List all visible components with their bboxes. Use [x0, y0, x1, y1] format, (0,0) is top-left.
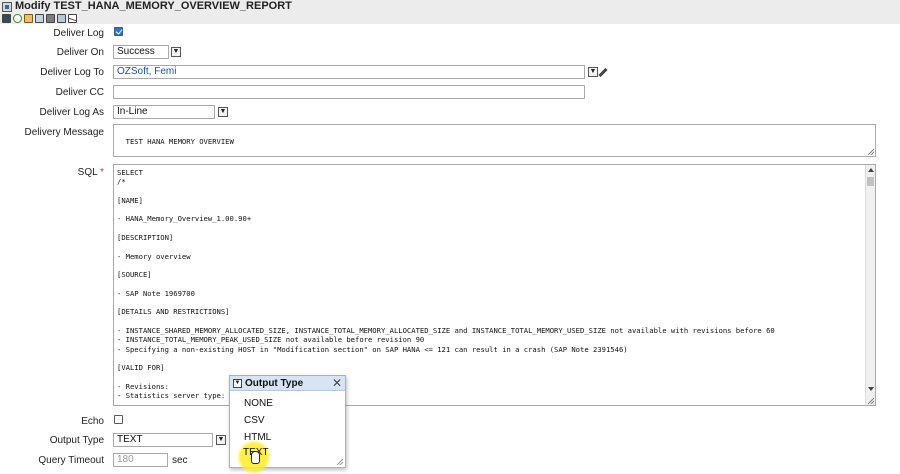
delivery-message-textarea[interactable]: TEST HANA MEMORY OVERVIEW	[113, 124, 876, 157]
popup-resize-icon[interactable]	[337, 459, 343, 465]
sql-line: - Specifying a non-existing HOST in "Mod…	[117, 344, 628, 354]
deliver-cc-label: Deliver CC	[55, 87, 104, 98]
deliver-log-as-dropdown-icon[interactable]: ▼	[218, 107, 228, 117]
sql-line	[117, 261, 775, 270]
popup-title: Output Type	[245, 378, 304, 389]
deliver-on-label: Deliver On	[56, 47, 104, 58]
pencil-icon[interactable]	[598, 67, 608, 78]
toolbar	[2, 14, 77, 24]
sql-line: [DESCRIPTION]	[117, 233, 174, 243]
duplicate-icon[interactable]	[57, 14, 66, 23]
deliver-log-as-select[interactable]: In-Line	[113, 105, 215, 119]
window-title: Modify TEST_HANA_MEMORY_OVERVIEW_REPORT	[15, 0, 292, 12]
deliver-log-to-label: Deliver Log To	[40, 67, 104, 78]
paste-icon[interactable]	[35, 14, 44, 23]
deliver-log-to-input[interactable]: OZSoft, Femi	[113, 65, 585, 79]
save-icon[interactable]	[2, 14, 11, 23]
query-timeout-label: Query Timeout	[38, 455, 104, 466]
sql-line: [NAME]	[117, 195, 143, 205]
deliver-log-as-label: Deliver Log As	[39, 107, 104, 118]
sql-line: - Statistics server type: a	[117, 391, 234, 401]
delivery-message-label: Delivery Message	[24, 127, 104, 138]
sql-line: - HANA_Memory_Overview_1.00.90+	[117, 214, 252, 224]
sql-line: [SOURCE]	[117, 270, 152, 280]
sql-textarea[interactable]: SELECT/* [NAME] - HANA_Memory_Overview_1…	[113, 164, 876, 406]
resize-handle-icon[interactable]	[868, 398, 874, 404]
sql-line: /*	[117, 177, 126, 187]
sql-line	[117, 317, 775, 326]
sql-line: [VALID FOR]	[117, 363, 165, 373]
required-marker: *	[100, 167, 104, 178]
deliver-on-dropdown-icon[interactable]: ▼	[171, 47, 181, 57]
option-none[interactable]: NONE	[244, 398, 273, 409]
delivery-message-text: TEST HANA MEMORY OVERVIEW	[125, 137, 234, 146]
scroll-down-icon[interactable]	[868, 387, 874, 391]
popup-dropdown-icon[interactable]: ▼	[233, 379, 242, 388]
output-type-label: Output Type	[49, 435, 104, 446]
sql-line: - Memory overview	[117, 251, 191, 261]
sql-line	[117, 224, 775, 233]
sql-line: - INSTANCE_TOTAL_MEMORY_PEAK_USED_SIZE n…	[117, 335, 425, 345]
sql-line: SELECT	[117, 168, 143, 177]
sql-line	[117, 242, 775, 251]
echo-label: Echo	[81, 416, 104, 427]
window-titlebar: Modify TEST_HANA_MEMORY_OVERVIEW_REPORT	[0, 0, 900, 24]
echo-checkbox[interactable]	[114, 415, 123, 424]
resize-handle-icon[interactable]	[868, 149, 874, 155]
sql-line: - INSTANCE_SHARED_MEMORY_ALLOCATED_SIZE,…	[117, 326, 775, 336]
delete-icon[interactable]	[46, 14, 55, 23]
deliver-cc-input[interactable]	[113, 85, 585, 99]
deliver-on-select[interactable]: Success	[113, 45, 169, 59]
sql-line: [DETAILS AND RESTRICTIONS]	[117, 307, 230, 317]
close-icon[interactable]: ✕	[332, 376, 342, 390]
email-icon[interactable]	[68, 14, 77, 23]
sql-scrollbar[interactable]	[865, 165, 875, 405]
sql-line	[117, 373, 775, 382]
sql-line	[117, 354, 775, 363]
sql-line	[117, 298, 775, 307]
sql-line: - SAP Note 1969700	[117, 288, 195, 298]
sql-line	[117, 280, 775, 289]
sql-label: SQL *	[77, 167, 104, 178]
output-type-dropdown-icon[interactable]: ▼	[216, 435, 226, 445]
sql-line	[117, 205, 775, 214]
refresh-icon[interactable]	[13, 14, 22, 23]
scroll-thumb[interactable]	[867, 177, 874, 186]
window-icon	[2, 2, 12, 12]
output-type-select[interactable]: TEXT	[113, 433, 213, 447]
hand-cursor-icon	[251, 451, 260, 464]
sql-line	[117, 187, 775, 196]
sql-line: - Revisions:	[117, 381, 169, 391]
option-csv[interactable]: CSV	[244, 415, 265, 426]
deliver-log-to-dropdown-icon[interactable]: ▼	[588, 67, 598, 77]
query-timeout-unit: sec	[172, 455, 188, 466]
deliver-log-label: Deliver Log	[53, 28, 104, 39]
query-timeout-input[interactable]: 180	[113, 453, 168, 467]
popup-header: ▼ Output Type ✕	[230, 376, 345, 391]
copy-icon[interactable]	[24, 14, 33, 23]
deliver-log-checkbox[interactable]	[114, 27, 123, 36]
scroll-up-icon[interactable]	[868, 168, 874, 172]
sql-code: SELECT/* [NAME] - HANA_Memory_Overview_1…	[117, 168, 775, 400]
